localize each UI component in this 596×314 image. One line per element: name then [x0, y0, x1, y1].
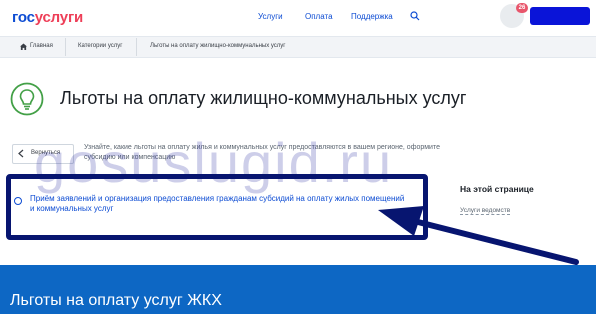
notification-badge: 26 [516, 3, 528, 13]
breadcrumb-current: Льготы на оплату жилищно-коммунальных ус… [150, 43, 286, 49]
nav-services[interactable]: Услуги [258, 12, 283, 21]
page-title: Льготы на оплату жилищно-коммунальных ус… [60, 88, 467, 108]
lightbulb-icon [10, 82, 44, 116]
breadcrumb-categories[interactable]: Категории услуг [78, 43, 122, 49]
search-icon[interactable] [410, 11, 420, 21]
on-this-page-link[interactable]: Услуги ведомств [460, 207, 511, 215]
chevron-left-icon [18, 149, 24, 158]
nav-support[interactable]: Поддержка [351, 12, 393, 21]
chevron-right-icon [14, 197, 22, 205]
home-icon [20, 43, 27, 50]
breadcrumb-divider [65, 38, 66, 56]
breadcrumb-divider [136, 38, 137, 56]
banner-title: Льготы на оплату услуг ЖКХ [10, 292, 222, 309]
gosuslugi-logo[interactable]: госуслуги [12, 9, 83, 26]
service-link[interactable]: Приём заявлений и организация предоставл… [30, 194, 410, 214]
profile-button[interactable] [530, 7, 590, 25]
on-this-page-title: На этой странице [460, 184, 534, 194]
nav-payment[interactable]: Оплата [305, 12, 333, 21]
breadcrumb-home[interactable]: Главная [30, 43, 53, 49]
